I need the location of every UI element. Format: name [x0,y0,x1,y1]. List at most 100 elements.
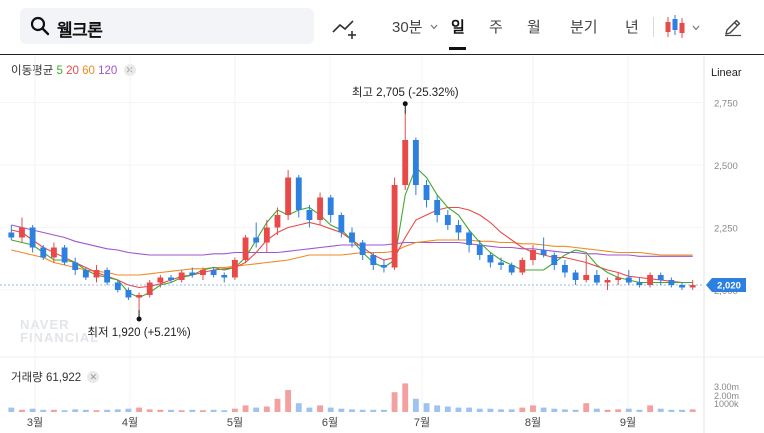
candle-body [125,290,132,298]
tab-day[interactable]: 일 [451,17,465,39]
volume-bar [61,410,68,412]
high-marker-dot [402,101,408,107]
candle-body [263,227,270,243]
candle-body [200,270,206,275]
volume-bar [370,409,377,412]
candle-body [593,275,600,283]
volume-bar [391,392,398,412]
volume-bar [285,390,292,412]
drawing-tool-icon[interactable] [332,16,358,40]
candle-body [242,237,249,260]
candle-body [306,210,313,220]
volume-bar [263,406,270,412]
candle-body [19,227,25,238]
volume-bar [551,408,558,412]
candle-body [668,280,675,285]
volume-bar [50,409,57,412]
low-marker-dot [136,316,142,322]
volume-bar [189,409,196,412]
volume-bar [146,409,153,412]
candle-body [689,285,696,288]
candle-body [444,215,451,225]
volume-bar [306,407,313,412]
volume-bar [136,407,143,412]
volume-bar [317,405,323,412]
volume-bar [19,409,25,412]
interval-dropdown[interactable]: 30분 [392,17,438,39]
candle-body [391,185,398,268]
candle-body [168,277,174,280]
volume-bar [498,409,504,412]
volume-bar [647,405,654,412]
pencil-icon[interactable] [723,17,743,37]
candle-body [274,215,281,228]
volume-bar [29,408,36,412]
volume-bar [625,408,632,412]
volume-bar [487,408,494,412]
volume-bar [114,409,121,412]
volume-bar [561,409,568,412]
candle-body [104,270,111,283]
tab-year[interactable]: 년 [625,17,639,39]
volume-bar [210,409,217,412]
volume-bar [593,408,600,412]
volume-bar [231,408,238,412]
volume-bar [466,407,473,412]
x-tick-label: 7월 [414,416,430,429]
candle-body [498,262,504,265]
volume-bar [8,407,15,412]
candle-body [625,277,632,283]
volume-tick-label: 1000k [714,399,739,409]
tab-week[interactable]: 주 [489,17,503,39]
candle-body [253,237,260,243]
candle-body [508,265,515,273]
volume-bar [200,410,206,412]
chevron-down-icon [692,25,700,31]
volume-bar [82,409,89,412]
candle-body [423,185,430,200]
candle-body [29,227,36,248]
volume-bar [359,409,366,412]
volume-bar [157,409,164,412]
volume-bar [274,398,281,412]
candle-body [157,277,164,283]
chart-type-dropdown[interactable] [664,15,704,39]
volume-bar [519,407,526,412]
volume-legend: 거래량 61,922 ✕ [11,369,100,385]
volume-bar [572,409,579,412]
y-tick-label: 2,250 [714,224,738,235]
volume-bar [104,409,111,412]
candle-body [487,255,494,263]
volume-bar [178,410,185,412]
candle-body [82,270,89,278]
volume-bar [253,407,260,412]
volume-bar [423,403,430,412]
candle-body [146,282,153,295]
close-volume-icon[interactable]: ✕ [87,371,100,383]
tab-quarter[interactable]: 분기 [570,17,598,39]
high-annotation: 최고 2,705 (-25.32%) [352,86,459,99]
volume-bar [412,398,419,412]
candle-body [114,282,121,290]
volume-bar [242,405,249,412]
candlestick-icon [665,15,685,38]
price-chart[interactable]: 3월4월5월6월7월8월9월2,7502,5002,2502,000최고 2,7… [0,56,764,433]
candle-body [647,275,654,285]
candle-body [349,232,355,243]
search-box[interactable]: 웰크론 [20,8,314,44]
candle-body [476,245,483,255]
tab-month[interactable]: 월 [527,17,541,39]
candle-body [540,250,547,255]
volume-bar [668,409,675,412]
y-tick-label: 2,500 [714,161,738,172]
candle-body [50,247,57,258]
candle-body [8,232,15,238]
candle-body [679,285,685,288]
candle-body [657,275,664,280]
candle-body [178,272,185,280]
volume-bar [327,407,334,412]
volume-bar [40,409,47,412]
candle-body [455,225,462,233]
interval-label: 30분 [392,19,423,36]
volume-bar [349,409,355,412]
